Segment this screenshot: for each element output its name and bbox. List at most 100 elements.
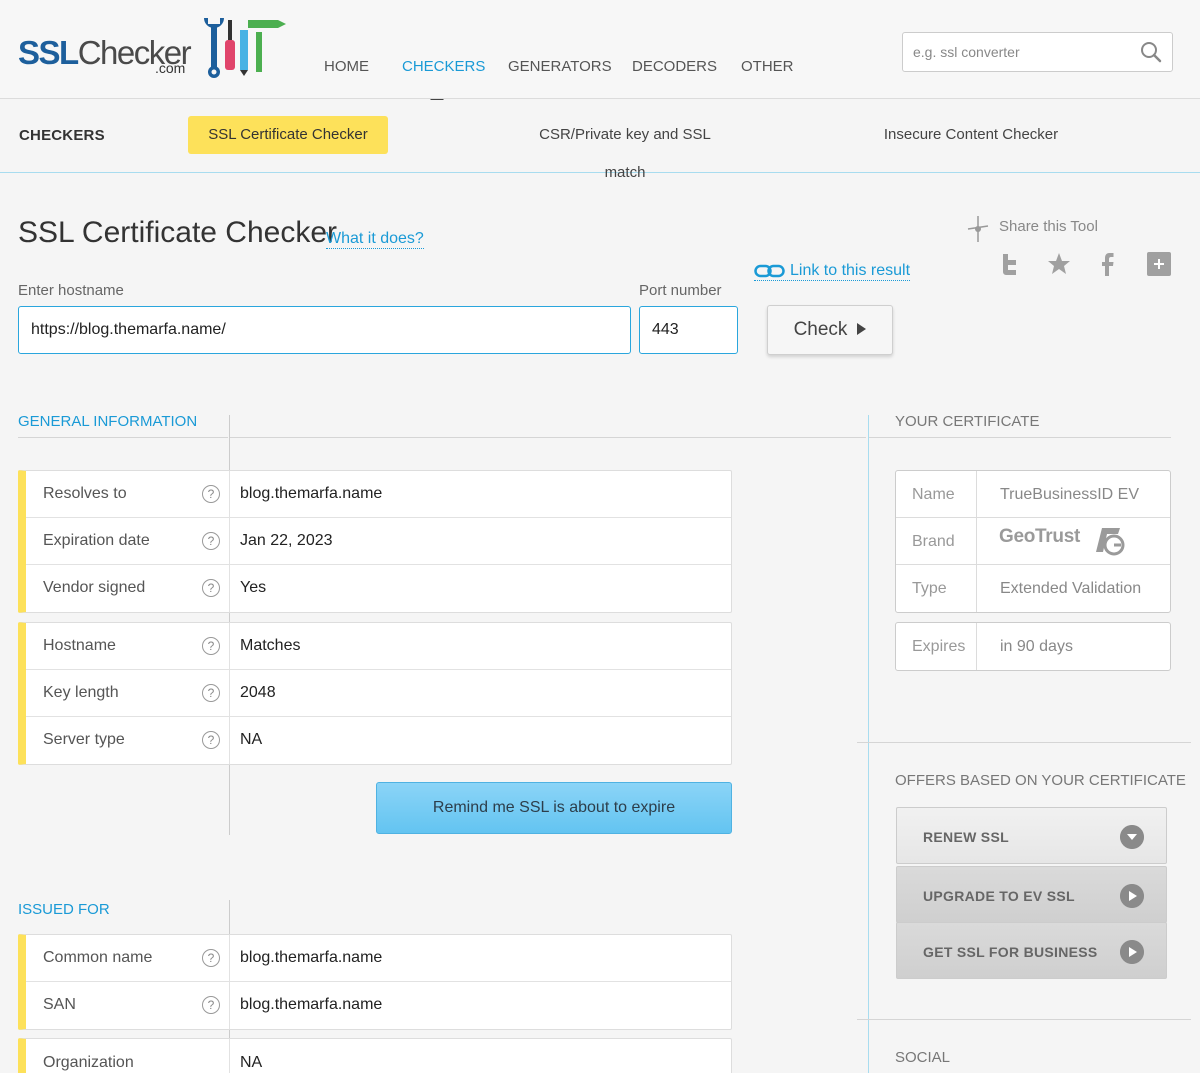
- logo-dotcom: .com: [155, 60, 186, 76]
- row-label: Common name: [43, 949, 153, 966]
- row-value: NA: [240, 1054, 263, 1071]
- row-label: Hostname: [43, 637, 116, 654]
- row-value: NA: [240, 731, 263, 748]
- row-label: Organization: [43, 1054, 134, 1071]
- row-label: Expiration date: [43, 532, 150, 549]
- subnav-ssl-certificate-checker[interactable]: SSL Certificate Checker: [188, 116, 388, 154]
- row-label: SAN: [43, 996, 76, 1013]
- play-icon: [1120, 940, 1144, 964]
- share-icon: [967, 216, 989, 242]
- issued-for-group: Organization NA: [18, 1038, 732, 1073]
- table-row: SAN ? blog.themarfa.name: [26, 982, 731, 1029]
- divider: [229, 437, 866, 438]
- issued-for-heading: ISSUED FOR: [18, 901, 110, 918]
- row-label: Server type: [43, 731, 125, 748]
- table-row: Name TrueBusinessID EV: [896, 471, 1170, 518]
- help-icon[interactable]: ?: [202, 731, 220, 749]
- sub-navigation: CHECKERS SSL Certificate Checker CSR/Pri…: [0, 100, 1200, 181]
- row-label: Key length: [43, 684, 119, 701]
- table-row: Key length ? 2048: [26, 670, 731, 717]
- hostname-input[interactable]: [18, 306, 631, 354]
- help-icon[interactable]: ?: [202, 532, 220, 550]
- row-value: blog.themarfa.name: [240, 996, 383, 1013]
- row-label: Type: [912, 580, 947, 597]
- page-title: SSL Certificate Checker: [18, 216, 338, 249]
- divider: [869, 437, 1171, 438]
- row-label: Name: [912, 486, 955, 503]
- site-header: SSLChecker .com HOME CHECKERS GENERATORS…: [0, 0, 1200, 99]
- row-label: Vendor signed: [43, 579, 146, 596]
- general-info-group: Hostname ? Matches Key length ? 2048 Ser…: [18, 622, 732, 765]
- what-it-does-link[interactable]: What it does?: [326, 230, 424, 249]
- check-button[interactable]: Check: [767, 305, 893, 355]
- certificate-info-group: Name TrueBusinessID EV Brand GeoTrust Ty…: [895, 470, 1171, 613]
- row-value: in 90 days: [1000, 638, 1073, 655]
- help-icon[interactable]: ?: [202, 579, 220, 597]
- help-icon[interactable]: ?: [202, 684, 220, 702]
- subnav-csr-match[interactable]: CSR/Private key and SSL match: [520, 116, 730, 181]
- search-input[interactable]: [913, 41, 1133, 63]
- table-row: Common name ? blog.themarfa.name: [26, 935, 731, 982]
- row-value: blog.themarfa.name: [240, 949, 383, 966]
- geotrust-logo: GeoTrust: [999, 526, 1081, 547]
- help-icon[interactable]: ?: [202, 949, 220, 967]
- subnav-title: CHECKERS: [19, 127, 105, 144]
- general-info-heading: GENERAL INFORMATION: [18, 413, 198, 430]
- certificate-expires-group: Expires in 90 days: [895, 622, 1171, 671]
- nav-other[interactable]: OTHER: [741, 58, 794, 75]
- port-label: Port number: [639, 282, 722, 299]
- offer-label: UPGRADE TO EV SSL: [923, 888, 1075, 904]
- twitter-icon[interactable]: [998, 251, 1024, 277]
- row-value: Yes: [240, 579, 267, 596]
- divider: [857, 742, 1191, 743]
- port-input[interactable]: [639, 306, 738, 354]
- row-label: Resolves to: [43, 485, 127, 502]
- share-label: Share this Tool: [999, 218, 1098, 235]
- renew-ssl-button[interactable]: RENEW SSL: [896, 807, 1167, 864]
- row-value: 2048: [240, 684, 276, 701]
- hostname-label: Enter hostname: [18, 282, 124, 299]
- row-label: Brand: [912, 533, 955, 550]
- row-value: blog.themarfa.name: [240, 485, 383, 502]
- general-info-group: Resolves to ? blog.themarfa.name Expirat…: [18, 470, 732, 613]
- divider: [857, 1019, 1191, 1020]
- your-certificate-heading: YOUR CERTIFICATE: [895, 413, 1040, 430]
- help-icon[interactable]: ?: [202, 637, 220, 655]
- chain-link-icon: [754, 264, 785, 278]
- table-row: Organization NA: [26, 1039, 731, 1073]
- bookmark-plus-icon[interactable]: [1146, 251, 1172, 277]
- site-logo[interactable]: SSLChecker .com: [18, 12, 286, 80]
- table-row: Brand GeoTrust: [896, 518, 1170, 565]
- nav-generators[interactable]: GENERATORS: [508, 58, 612, 75]
- row-label: Expires: [912, 638, 966, 655]
- subnav-insecure-content[interactable]: Insecure Content Checker: [880, 116, 1062, 154]
- social-heading: SOCIAL: [895, 1049, 951, 1066]
- table-row: Expiration date ? Jan 22, 2023: [26, 518, 731, 565]
- search-icon[interactable]: [1140, 41, 1162, 63]
- play-arrow-icon: [857, 323, 867, 335]
- star-icon[interactable]: [1046, 251, 1072, 277]
- nav-decoders[interactable]: DECODERS: [632, 58, 717, 75]
- geotrust-logo-icon: [1096, 528, 1125, 556]
- table-row: Expires in 90 days: [896, 623, 1170, 670]
- facebook-icon[interactable]: [1094, 251, 1120, 277]
- help-icon[interactable]: ?: [202, 996, 220, 1014]
- link-to-result[interactable]: Link to this result: [754, 262, 911, 281]
- upgrade-ev-ssl-button[interactable]: UPGRADE TO EV SSL: [896, 866, 1167, 923]
- row-value: Matches: [240, 637, 301, 654]
- remind-expire-button[interactable]: Remind me SSL is about to expire: [376, 782, 732, 834]
- row-value: Extended Validation: [1000, 580, 1142, 597]
- search-box: [902, 32, 1173, 72]
- tools-icon: [204, 18, 286, 78]
- table-row: Server type ? NA: [26, 717, 731, 764]
- get-ssl-business-button[interactable]: GET SSL FOR BUSINESS: [896, 922, 1167, 979]
- nav-home[interactable]: HOME: [324, 58, 369, 75]
- help-icon[interactable]: ?: [202, 485, 220, 503]
- nav-checkers[interactable]: CHECKERS: [402, 58, 485, 75]
- table-row: Hostname ? Matches: [26, 623, 731, 670]
- row-value: TrueBusinessID EV: [1000, 486, 1140, 503]
- issued-for-group: Common name ? blog.themarfa.name SAN ? b…: [18, 934, 732, 1030]
- offer-label: RENEW SSL: [923, 829, 1009, 845]
- table-row: Type Extended Validation: [896, 565, 1170, 612]
- table-row: Resolves to ? blog.themarfa.name: [26, 471, 731, 518]
